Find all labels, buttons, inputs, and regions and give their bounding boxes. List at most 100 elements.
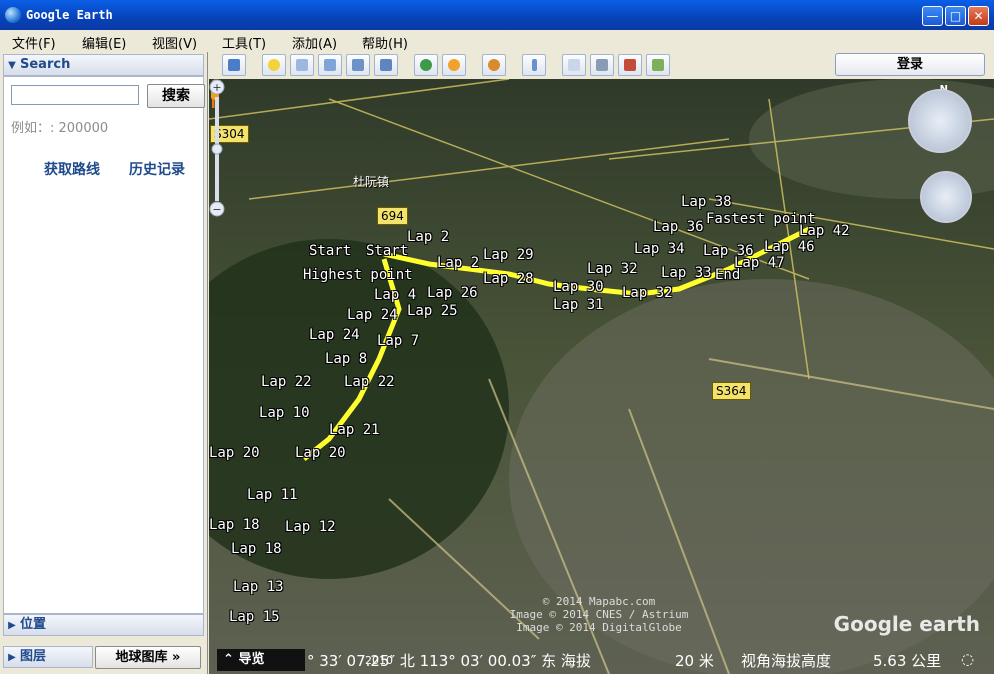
track-label: End — [715, 267, 741, 283]
track-label: Lap 2 — [437, 255, 480, 271]
eye-altitude-readout: 5.63 公里 — [873, 652, 942, 670]
track-label: Lap 42 — [799, 223, 850, 239]
track-label: Lap 26 — [427, 285, 478, 301]
save-image-button[interactable] — [618, 54, 642, 76]
maximize-button[interactable]: □ — [945, 6, 966, 26]
svg-text:−: − — [212, 203, 221, 216]
minimize-button[interactable]: — — [922, 6, 943, 26]
search-header-label: Search — [20, 57, 71, 72]
track-label: Lap 2 — [407, 229, 450, 245]
track-label: Highest point — [303, 267, 413, 283]
road-sign: S364 — [712, 382, 751, 400]
menu-edit[interactable]: 编辑(E) — [82, 33, 126, 52]
status-bar: ⌃ 导览 ° 33′ 07.25″ 北 113° 03′ 00.03″ 东 海拔… — [209, 646, 994, 674]
track-label: Lap 18 — [209, 517, 260, 533]
track-label: Lap 15 — [229, 609, 280, 625]
search-example-text: 例如：: 200000 — [11, 121, 109, 136]
track-label: Lap 7 — [377, 333, 420, 349]
track-label: Lap 25 — [407, 303, 458, 319]
track-label: Start — [309, 243, 352, 259]
sidebar-toggle-button[interactable] — [222, 54, 246, 76]
expand-arrow-icon: ▶ — [8, 652, 16, 663]
menu-file[interactable]: 文件(F) — [12, 33, 56, 52]
track-label: Lap 22 — [261, 374, 312, 390]
road-sign: 694 — [377, 207, 408, 225]
polygon-button[interactable] — [290, 54, 314, 76]
track-label: Lap 24 — [347, 307, 398, 323]
get-route-link[interactable]: 获取路线 — [44, 159, 100, 179]
track-label: Lap 36 — [653, 219, 704, 235]
track-label: Lap 32 — [622, 285, 673, 301]
move-control[interactable] — [920, 171, 972, 223]
search-panel: 搜索 例如：: 200000 获取路线 历史记录 — [3, 76, 205, 614]
email-button[interactable] — [562, 54, 586, 76]
zoom-slider[interactable]: + − — [209, 79, 225, 219]
toolbar: 登录 — [208, 52, 994, 79]
track-label: Lap 28 — [483, 271, 534, 287]
menu-add[interactable]: 添加(A) — [292, 33, 337, 52]
track-label: Lap 20 — [295, 445, 346, 461]
earth-gallery-button[interactable]: 地球图库 » — [95, 646, 201, 669]
menu-tools[interactable]: 工具(T) — [222, 33, 266, 52]
imagery-year: 2010 — [365, 654, 393, 667]
track-label: Lap 22 — [344, 374, 395, 390]
altitude-readout: 20 米 — [675, 652, 714, 670]
close-button[interactable]: ✕ — [968, 6, 989, 26]
track-label: Lap 12 — [285, 519, 336, 535]
track-label: Lap 30 — [553, 279, 604, 295]
track-label: Start — [366, 243, 409, 259]
svg-text:+: + — [212, 81, 221, 94]
track-label: Lap 4 — [374, 287, 417, 303]
navigation-toggle-button[interactable]: ⌃ 导览 — [217, 649, 305, 671]
image-overlay-button[interactable] — [346, 54, 370, 76]
track-label: Lap 31 — [553, 297, 604, 313]
look-around-control[interactable] — [908, 89, 972, 153]
town-label: 杜阮镇 — [353, 175, 390, 189]
placemark-button[interactable] — [262, 54, 286, 76]
track-label: Lap 47 — [734, 255, 785, 271]
menu-help[interactable]: 帮助(H) — [362, 33, 408, 52]
expand-arrow-icon: ▶ — [8, 620, 16, 631]
record-tour-button[interactable] — [374, 54, 398, 76]
track-label: Lap 29 — [483, 247, 534, 263]
track-label: Lap 32 — [587, 261, 638, 277]
window-title: Google Earth — [26, 8, 113, 22]
track-label: Lap 24 — [309, 327, 360, 343]
track-label: Lap 11 — [247, 487, 298, 503]
track-label: Lap 46 — [764, 239, 815, 255]
track-label: Lap 8 — [325, 351, 368, 367]
track-label: Lap 13 — [233, 579, 284, 595]
search-panel-header[interactable]: ▼ Search — [3, 54, 204, 76]
menu-view[interactable]: 视图(V) — [152, 33, 197, 52]
search-input[interactable] — [11, 85, 139, 105]
layers-header-label: 图层 — [20, 649, 47, 664]
track-label: Lap 20 — [209, 445, 260, 461]
track-label: Lap 38 — [681, 194, 732, 210]
history-link[interactable]: 历史记录 — [129, 159, 185, 179]
login-button[interactable]: 登录 — [835, 53, 985, 76]
google-earth-app-icon — [5, 7, 21, 23]
search-button[interactable]: 搜索 — [147, 84, 205, 108]
title-bar: Google Earth — □ ✕ — [0, 0, 994, 30]
earth-map-view[interactable]: 杜阮镇 S304 694 S364 Start Start Lap 2 Lap … — [209, 79, 994, 674]
track-label: Lap 10 — [259, 405, 310, 421]
google-earth-watermark: Google earth — [833, 612, 980, 636]
path-button[interactable] — [318, 54, 342, 76]
track-label: Lap 18 — [231, 541, 282, 557]
eye-altitude-label: 视角海拔高度 — [741, 652, 832, 670]
coordinates-readout: ° 33′ 07.25″ 北 113° 03′ 00.03″ 东 海拔 — [307, 652, 591, 670]
sidebar: ▼ Search 搜索 例如：: 200000 获取路线 历史记录 ▶ 位置 ▶ 图层… — [0, 52, 208, 674]
track-label: Lap 34 — [634, 241, 685, 257]
loading-spinner-icon: ◌ — [961, 650, 975, 668]
historical-imagery-button[interactable] — [414, 54, 438, 76]
planets-button[interactable] — [482, 54, 506, 76]
imagery-copyright: © 2014 Mapabc.com Image © 2014 CNES / As… — [509, 595, 689, 634]
chevron-up-icon: ⌃ — [223, 652, 234, 667]
track-label: Lap 33 — [661, 265, 712, 281]
view-in-maps-button[interactable] — [646, 54, 670, 76]
print-button[interactable] — [590, 54, 614, 76]
layers-panel-header[interactable]: ▶ 图层 — [3, 646, 93, 668]
sunlight-button[interactable] — [442, 54, 466, 76]
ruler-button[interactable] — [522, 54, 546, 76]
places-panel-header[interactable]: ▶ 位置 — [3, 614, 204, 636]
